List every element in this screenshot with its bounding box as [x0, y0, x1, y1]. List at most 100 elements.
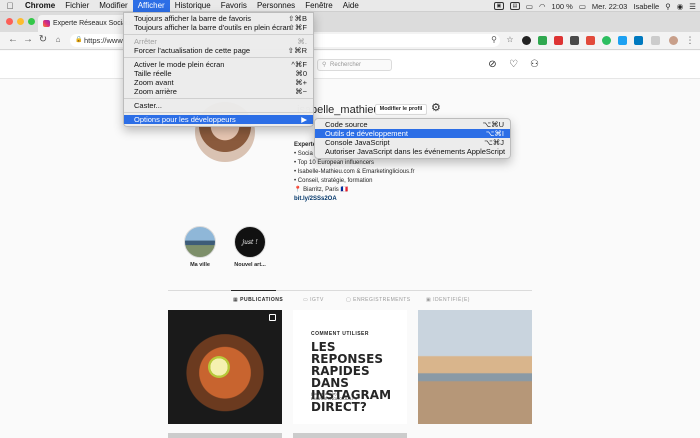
menu-app-chrome[interactable]: Chrome [20, 0, 60, 12]
gear-icon[interactable]: ⚙ [431, 103, 441, 114]
address-text: https://www [84, 36, 123, 45]
menu-item-zoom-out[interactable]: Zoom arrière ⌘− [124, 87, 313, 96]
post-headline: LES REPONSES RAPIDES DANS INSTAGRAM DIRE… [311, 340, 392, 414]
menu-separator [124, 57, 313, 58]
bio-line: • Top 10 European influencers [294, 160, 375, 166]
profile-icon[interactable]: ⚇ [529, 59, 540, 70]
instagram-favicon-icon [43, 20, 50, 27]
lemon-slice [208, 356, 230, 378]
status-app-icon[interactable]: ▣ [493, 2, 504, 10]
status-app-icon[interactable]: ▤ [509, 2, 520, 10]
menu-afficher[interactable]: Afficher [132, 0, 170, 12]
active-tab-indicator [231, 290, 276, 291]
tab-igtv[interactable]: ▭ IGTV [303, 297, 324, 303]
browser-tab-bar: Experte Réseaux Sociaux [0, 12, 700, 32]
extension-icon[interactable] [586, 36, 595, 45]
post-thumbnail[interactable] [168, 433, 282, 438]
post-small-text: (Nouvel article) EMARKETINGLICIOUS.FR [311, 392, 358, 401]
menu-item-developer-options[interactable]: Options pour les développeurs ▶ [124, 115, 313, 124]
tab-identifie[interactable]: ▣ IDENTIFIÉ(E) [426, 297, 470, 303]
menu-item-view-source[interactable]: Code source ⌥⌘U [315, 120, 510, 129]
search-input[interactable]: ⚲ Rechercher [317, 59, 392, 71]
extension-icon[interactable] [522, 36, 531, 45]
menu-item-allow-applescript-js[interactable]: Autoriser JavaScript dans les événements… [315, 147, 510, 156]
reload-icon[interactable]: ↻ [37, 34, 49, 46]
tab-title: Experte Réseaux Sociaux [53, 20, 134, 27]
tab-publications[interactable]: ▦ PUBLICATIONS [233, 297, 283, 303]
menu-favoris[interactable]: Favoris [216, 0, 252, 12]
highlight-cover [184, 226, 216, 258]
menu-modifier[interactable]: Modifier [94, 0, 132, 12]
compass-icon[interactable]: ⊘ [487, 59, 498, 70]
browser-tab[interactable]: Experte Réseaux Sociaux [38, 15, 134, 32]
highlight-cover: just ! [234, 226, 266, 258]
profile-tabs: ▦ PUBLICATIONS ▭ IGTV ▢ ENREGISTREMENTS … [168, 290, 532, 303]
trello-icon[interactable] [634, 36, 643, 45]
apple-icon[interactable]:  [0, 1, 20, 11]
profile-avatar-icon[interactable] [669, 36, 678, 45]
menu-item-zoom-in[interactable]: Zoom avant ⌘+ [124, 78, 313, 87]
menu-historique[interactable]: Historique [170, 0, 216, 12]
menu-fenetre[interactable]: Fenêtre [300, 0, 338, 12]
browser-toolbar: ← → ↻ ⌂ 🔒 https://www ⚲ ☆ ⋮ [0, 32, 700, 50]
home-icon[interactable]: ⌂ [52, 34, 64, 46]
menu-item-fullscreen[interactable]: Activer le mode plein écran ^⌘F [124, 60, 313, 69]
search-icon: ⚲ [322, 62, 327, 68]
minimize-window-button[interactable] [17, 18, 24, 25]
airplay-icon[interactable]: ▭ [526, 2, 533, 11]
menu-fichier[interactable]: Fichier [60, 0, 94, 12]
menu-personnes[interactable]: Personnes [252, 0, 300, 12]
extension-icon[interactable] [618, 36, 627, 45]
search-icon[interactable]: ⚲ [665, 2, 671, 11]
bio-line: • Conseil, stratégie, formation [294, 178, 373, 184]
menu-item-stop: Arrêter ⌘. [134, 37, 307, 46]
menu-item-cast[interactable]: Caster... [124, 101, 313, 110]
window-controls [6, 18, 35, 25]
back-icon[interactable]: ← [7, 34, 19, 46]
clock[interactable]: Mer. 22:03 [592, 2, 627, 11]
menu-aide[interactable]: Aide [338, 0, 364, 12]
post-thumbnail-beach[interactable] [418, 310, 532, 424]
extension-icon[interactable] [570, 36, 579, 45]
zoom-icon[interactable]: ⚲ [488, 34, 500, 46]
extension-icon[interactable] [651, 36, 660, 45]
close-window-button[interactable] [6, 18, 13, 25]
evernote-icon[interactable] [602, 36, 611, 45]
extension-icon[interactable] [538, 36, 547, 45]
battery-percent[interactable]: 100 % [552, 2, 573, 11]
extension-icon[interactable] [554, 36, 563, 45]
status-area: ▣ ▤ ▭ ◠ 100 % ▭ Mer. 22:03 Isabelle ⚲ ◉ … [493, 0, 696, 12]
menu-separator [124, 34, 313, 35]
menu-item-force-reload[interactable]: Forcer l'actualisation de cette page ⇧⌘R [124, 46, 313, 55]
menu-item-toolbar-fullscreen[interactable]: Toujours afficher la barre d'outils en p… [124, 23, 313, 32]
menu-item-actual-size[interactable]: Taille réelle ⌘0 [124, 69, 313, 78]
lock-icon: 🔒 [75, 37, 83, 43]
bookmark-star-icon[interactable]: ☆ [504, 34, 516, 46]
wifi-icon[interactable]: ◠ [539, 2, 546, 11]
macos-menu-bar:  Chrome Fichier Modifier Afficher Histo… [0, 0, 700, 12]
post-thumbnail-article[interactable]: COMMENT UTILISER LES REPONSES RAPIDES DA… [293, 310, 407, 424]
siri-icon[interactable]: ◉ [677, 2, 684, 11]
user-name[interactable]: Isabelle [633, 2, 659, 11]
menu-item-developer-tools[interactable]: Outils de développement ⌥⌘I [315, 129, 510, 138]
zoom-window-button[interactable] [28, 18, 35, 25]
story-highlight[interactable]: Ma ville [178, 226, 222, 268]
search-placeholder: Rechercher [330, 62, 362, 68]
tab-enregistrements[interactable]: ▢ ENREGISTREMENTS [346, 297, 411, 303]
edit-profile-button[interactable]: Modifier le profil [375, 104, 427, 115]
menu-separator [124, 98, 313, 99]
menu-separator [124, 112, 313, 113]
battery-icon: ▭ [578, 1, 586, 11]
menu-item-favorites-bar[interactable]: Toujours afficher la barre de favoris ⇧⌘B [124, 14, 313, 23]
more-menu-icon[interactable]: ⋮ [684, 34, 696, 46]
story-highlight[interactable]: just ! Nouvel art... [228, 226, 272, 268]
bio-line: 📍 Biarritz, Paris 🇫🇷 [294, 187, 348, 193]
bio-link[interactable]: bit.ly/2SSs2OA [294, 195, 414, 204]
post-thumbnail[interactable] [293, 433, 407, 438]
menu-item-javascript-console[interactable]: Console JavaScript ⌥⌘J [315, 138, 510, 147]
menu-list-icon[interactable]: ☰ [689, 2, 696, 11]
view-menu: Toujours afficher la barre de favoris ⇧⌘B… [123, 12, 314, 127]
post-thumbnail-food[interactable] [168, 310, 282, 424]
heart-icon[interactable]: ♡ [508, 59, 519, 70]
forward-icon[interactable]: → [22, 34, 34, 46]
